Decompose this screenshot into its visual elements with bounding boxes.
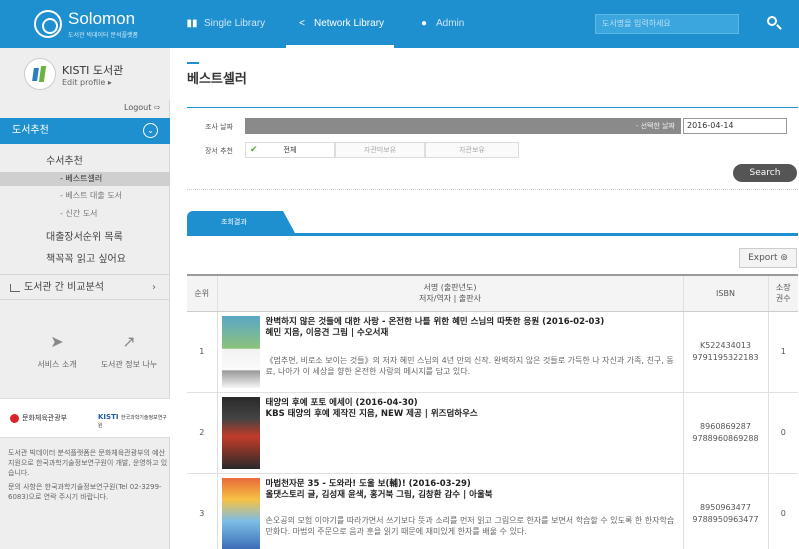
divider — [187, 233, 798, 236]
table-row[interactable]: 3 마법천자문 35 - 도와라! 도울 보(輔)! (2016-03-29) … — [187, 473, 798, 549]
holding-label: 장서 추천 — [205, 147, 233, 155]
search-input[interactable]: 도서명을 입력하세요 — [595, 14, 739, 34]
book-cover[interactable] — [221, 396, 260, 469]
service-intro-label: 서비스 소개 — [37, 360, 77, 369]
table-row[interactable]: 1 완벽하지 않은 것들에 대한 사랑 - 온전한 나를 위한 혜민 스님의 따… — [187, 311, 798, 393]
book-cell: 완벽하지 않은 것들에 대한 사랑 - 온전한 나를 위한 혜민 스님의 따뜻한… — [216, 311, 683, 393]
book-description: 《멈추면, 비로소 보이는 것들》의 저자 혜민 스님의 4년 만의 신작. 완… — [265, 355, 674, 376]
bar-chart-icon — [10, 284, 20, 292]
header-count[interactable]: 소장 권수 — [767, 274, 798, 312]
service-intro-button[interactable]: ➤ 서비스 소개 — [22, 332, 92, 370]
table-row[interactable]: 2 태양의 후예 포토 에세이 (2016-04-30) KBS 태양의 후예 … — [187, 392, 798, 474]
book-title[interactable]: 마법천자문 35 - 도와라! 도울 보(輔)! (2016-03-29) — [266, 479, 677, 490]
book-title[interactable]: 태양의 후예 포토 에세이 (2016-04-30) — [266, 398, 677, 409]
option-owned[interactable]: 자관보유 — [425, 142, 519, 158]
book-cover[interactable] — [221, 477, 260, 549]
tab-network-library[interactable]: < Network Library — [286, 0, 395, 48]
platform-note: 도서관 빅데이터 분석플랫폼은 문화체육관광부의 예산 지원으로 한국과학기술정… — [8, 449, 168, 477]
isbn-cell: 8960869287 9788960869288 — [682, 392, 768, 474]
isbn-cell: 8950963477 9788950963477 — [682, 473, 768, 549]
profile-name: KISTI 도서관 — [62, 64, 124, 77]
kisti-logo: KISTI 한국과학기술정보연구원 — [98, 413, 167, 429]
menu-library-compare[interactable]: 도서관 간 비교분석 › — [0, 274, 170, 300]
tab-results[interactable]: 조회결과 — [187, 211, 295, 233]
tab-label: Admin — [436, 18, 465, 29]
header-rank[interactable]: 순위 — [187, 274, 217, 312]
sidebar-item-bestseller[interactable]: - 베스트셀러 — [0, 172, 170, 186]
share-info-button[interactable]: ↗ 도서관 정보 나누 — [94, 332, 164, 370]
rank-cell: 3 — [187, 473, 217, 549]
title-accent — [187, 62, 199, 64]
export-button[interactable]: Export ⊚ — [739, 248, 797, 268]
search-icon[interactable] — [762, 12, 786, 36]
book-author: KBS 태양의 후예 제작진 지음, NEW 제공 | 위즈덤하우스 — [265, 408, 478, 419]
logo-subtitle: 도서관 빅데이터 분석플랫폼 — [68, 32, 139, 39]
book-cover[interactable] — [221, 315, 260, 388]
book-title[interactable]: 완벽하지 않은 것들에 대한 사랑 - 온전한 나를 위한 혜민 스님의 따뜻한… — [266, 317, 677, 328]
main-content: 베스트셀러 조사 날짜 - 선택한 날짜 2016-04-14 장서 추천 ✔ … — [171, 48, 799, 549]
option-label: 전체 — [283, 146, 297, 154]
sidebar: KISTI 도서관 Edit profile ▸ Logout ⇨ 도서추천 ⌄… — [0, 48, 170, 549]
sidebar-item-loan-rank[interactable]: 대출장서순위 목록 — [0, 228, 170, 243]
divider — [187, 189, 798, 190]
profile-panel: KISTI 도서관 Edit profile ▸ — [0, 48, 170, 100]
edit-profile-link[interactable]: Edit profile ▸ — [62, 78, 112, 87]
sidebar-item-want-read[interactable]: 책꼭꼭 읽고 싶어요 — [0, 250, 170, 265]
logo-icon — [34, 10, 62, 38]
isbn-cell: K522434013 9791195322183 — [682, 311, 768, 393]
logo-name: Solomon — [68, 9, 136, 28]
rank-cell: 1 — [187, 311, 217, 393]
book-cell: 마법천자문 35 - 도와라! 도울 보(輔)! (2016-03-29) 올댓… — [216, 473, 683, 549]
table-header-row: 순위 서명 (출판년도) 저자/역자 | 출판사 ISBN 소장 권수 — [187, 274, 798, 312]
tab-label: Single Library — [204, 18, 266, 29]
book-author: 혜민 지음, 이응견 그림 | 수오서재 — [265, 327, 389, 338]
menu-book-recommend[interactable]: 도서추천 ⌄ — [0, 118, 170, 144]
menu-compare-label: 도서관 간 비교분석 — [24, 282, 104, 293]
sidebar-item-best-loan[interactable]: - 베스트 대출 도서 — [0, 190, 170, 201]
date-input[interactable]: 2016-04-14 — [683, 118, 787, 134]
checkmark-icon: ✔ — [250, 145, 258, 155]
share-icon: < — [299, 18, 305, 29]
book-description: 손오공의 모험 이야기를 따라가면서 쓰기보다 뜻과 소리를 먼저 읽고 그림으… — [265, 515, 675, 536]
date-hint: - 선택한 날짜 — [635, 122, 675, 130]
count-cell: 0 — [767, 473, 798, 549]
sidebar-item-pick[interactable]: 수서추천 — [0, 152, 170, 167]
share-info-label: 도서관 정보 나누 — [100, 360, 158, 369]
option-all[interactable]: ✔ 전체 — [245, 142, 335, 158]
library-icon: ▮▮ — [186, 18, 198, 29]
tab-single-library[interactable]: ▮▮ Single Library — [186, 0, 265, 48]
ministry-logo: 문화체육관광부 — [10, 413, 67, 423]
divider — [187, 107, 798, 108]
page-title: 베스트셀러 — [187, 72, 247, 87]
chevron-right-icon: › — [152, 282, 156, 293]
external-link-icon: ↗ — [122, 332, 136, 351]
date-range-bar[interactable]: - 선택한 날짜 — [245, 118, 681, 134]
tab-label: Network Library — [314, 18, 385, 29]
solomon-logo[interactable]: Solomon 도서관 빅데이터 분석플랫폼 — [0, 0, 170, 48]
contact-note: 문의 사항은 한국과학기술정보연구원(Tel 02-3299-6083)으로 연… — [8, 483, 162, 501]
header-title[interactable]: 서명 (출판년도) 저자/역자 | 출판사 — [216, 274, 683, 312]
book-author: 올댓스토리 글, 김성재 윤색, 홍거북 그림, 김창환 감수 | 아울북 — [265, 489, 493, 500]
header-isbn[interactable]: ISBN — [682, 274, 768, 312]
sponsor-logos: 문화체육관광부 KISTI 한국과학기술정보연구원 — [0, 398, 170, 438]
tab-admin[interactable]: ● Admin — [418, 0, 464, 48]
count-cell: 0 — [767, 392, 798, 474]
date-label: 조사 날짜 — [205, 123, 233, 131]
book-cell: 태양의 후예 포토 에세이 (2016-04-30) KBS 태양의 후예 제작… — [216, 392, 683, 474]
rank-cell: 2 — [187, 392, 217, 474]
search-button[interactable]: Search — [733, 164, 797, 182]
sidebar-item-new-books[interactable]: - 신간 도서 — [0, 208, 170, 219]
avatar — [24, 58, 56, 90]
chevron-down-icon[interactable]: ⌄ — [143, 123, 158, 138]
menu-head-label: 도서추천 — [12, 125, 49, 136]
paper-plane-icon: ➤ — [50, 332, 64, 351]
option-not-owned[interactable]: 자관미보유 — [335, 142, 425, 158]
top-navigation-bar: Solomon 도서관 빅데이터 분석플랫폼 ▮▮ Single Library … — [0, 0, 799, 48]
logout-link[interactable]: Logout ⇨ — [124, 103, 161, 112]
user-icon: ● — [420, 18, 428, 29]
count-cell: 1 — [767, 311, 798, 393]
bestseller-table: 순위 서명 (출판년도) 저자/역자 | 출판사 ISBN 소장 권수 1 완벽하지… — [187, 274, 798, 549]
